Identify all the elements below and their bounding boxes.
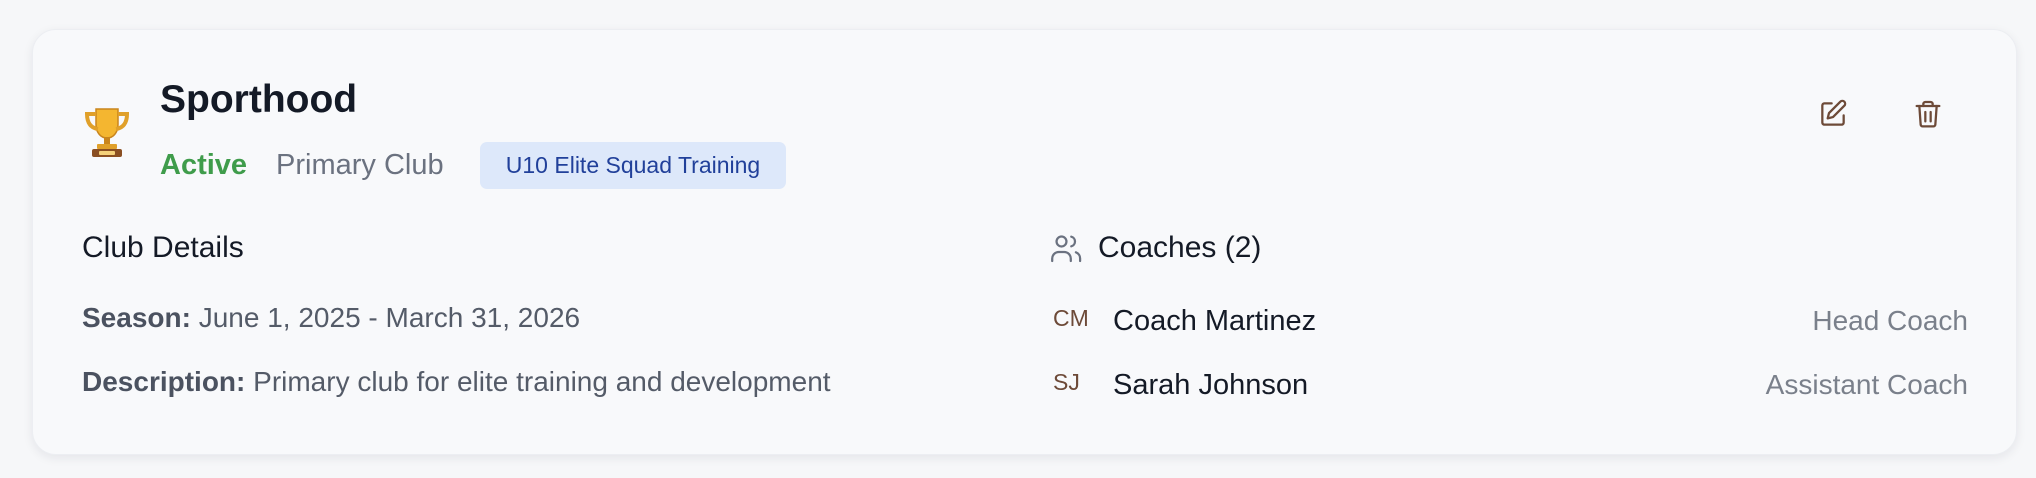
program-tag: U10 Elite Squad Training: [480, 142, 786, 189]
edit-button[interactable]: [1805, 86, 1861, 142]
season-detail: Season: June 1, 2025 - March 31, 2026: [82, 304, 580, 332]
club-status: Active: [160, 149, 248, 181]
coach-name: Sarah Johnson: [1113, 369, 1309, 401]
season-value: June 1, 2025 - March 31, 2026: [198, 302, 581, 333]
description-detail: Description: Primary club for elite trai…: [82, 368, 831, 396]
trash-icon: [1915, 100, 1941, 128]
coach-name: Coach Martinez: [1113, 305, 1317, 337]
season-label: Season:: [82, 302, 191, 333]
coach-role: Head Coach: [1812, 305, 1968, 336]
club-type: Primary Club: [276, 149, 444, 181]
edit-icon: [1821, 99, 1847, 126]
delete-button[interactable]: [1900, 86, 1956, 142]
club-name: Sporthood: [160, 78, 358, 121]
description-value: Primary club for elite training and deve…: [253, 366, 831, 397]
coaches-heading: Coaches (2): [1098, 231, 1262, 264]
trophy-icon: [84, 108, 130, 157]
coach-initials: SJ: [1053, 369, 1080, 395]
coach-role: Assistant Coach: [1765, 369, 1968, 400]
coach-initials: CM: [1053, 305, 1089, 331]
users-icon: [1051, 235, 1082, 263]
description-label: Description:: [82, 366, 246, 397]
club-details-heading: Club Details: [82, 231, 244, 264]
